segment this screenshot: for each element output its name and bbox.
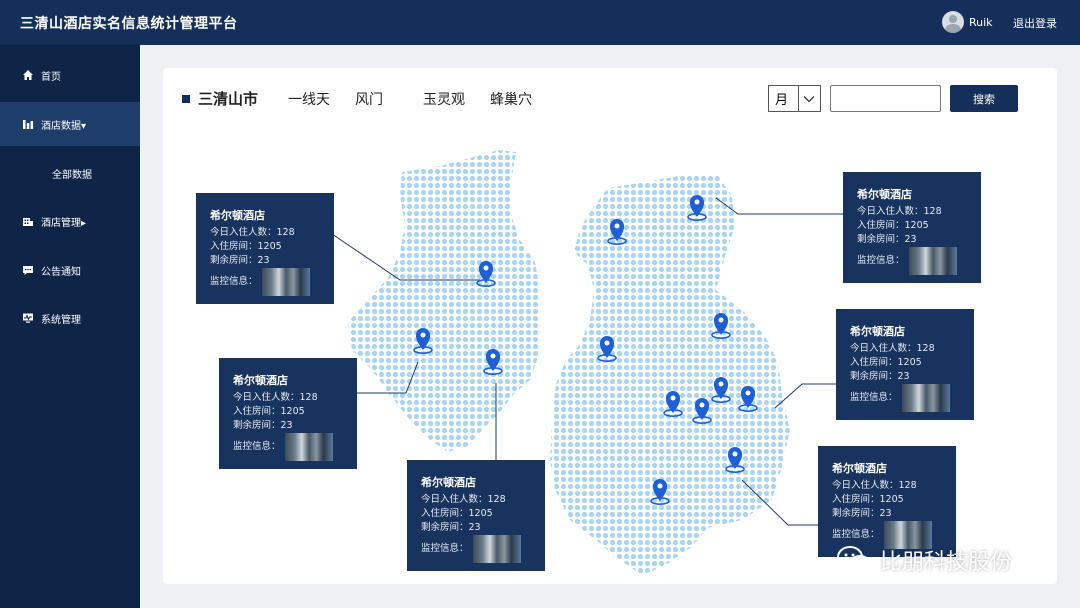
monitor-label: 监控信息： xyxy=(832,529,880,540)
rooms-occupied: 入住房间：1205 xyxy=(857,220,929,231)
hotel-card[interactable]: 希尔顿酒店 今日入住人数：128 入住房间：1205 剩余房间：23 监控信息： xyxy=(407,460,545,571)
rooms-left: 剩余房间：23 xyxy=(857,234,917,245)
rooms-left: 剩余房间：23 xyxy=(210,255,270,266)
monitor-label: 监控信息： xyxy=(421,543,469,554)
hotel-card[interactable]: 希尔顿酒店 今日入住人数：128 入住房间：1205 剩余房间：23 监控信息： xyxy=(196,193,334,304)
monitor-label: 监控信息： xyxy=(850,392,898,403)
map-region-east xyxy=(550,174,790,575)
rooms-left: 剩余房间：23 xyxy=(233,420,293,431)
monitor-info: 监控信息： xyxy=(857,247,981,275)
hotel-name: 希尔顿酒店 xyxy=(857,188,912,201)
hotel-card[interactable]: 希尔顿酒店 今日入住人数：128 入住房间：1205 剩余房间：23 监控信息： xyxy=(836,309,974,420)
monitor-info: 监控信息： xyxy=(210,268,334,296)
monitor-info: 监控信息： xyxy=(850,384,974,412)
rooms-occupied: 入住房间：1205 xyxy=(832,494,904,505)
hotel-name: 希尔顿酒店 xyxy=(832,462,887,475)
checkin-count: 今日入住人数：128 xyxy=(832,480,917,491)
monitor-thumbnail[interactable] xyxy=(261,268,310,296)
monitor-label: 监控信息： xyxy=(210,276,258,287)
hotel-card[interactable]: 希尔顿酒店 今日入住人数：128 入住房间：1205 剩余房间：23 监控信息： xyxy=(818,446,956,557)
rooms-occupied: 入住房间：1205 xyxy=(210,241,282,252)
monitor-info: 监控信息： xyxy=(421,535,545,563)
hotel-name: 希尔顿酒店 xyxy=(233,374,288,387)
monitor-thumbnail[interactable] xyxy=(908,247,957,275)
monitor-thumbnail[interactable] xyxy=(472,535,521,563)
hotel-name: 希尔顿酒店 xyxy=(421,476,476,489)
rooms-occupied: 入住房间：1205 xyxy=(233,406,305,417)
rooms-occupied: 入住房间：1205 xyxy=(850,357,922,368)
rooms-occupied: 入住房间：1205 xyxy=(421,508,493,519)
hotel-name: 希尔顿酒店 xyxy=(210,209,265,222)
checkin-count: 今日入住人数：128 xyxy=(421,494,506,505)
watermark: 比朋科技股份 xyxy=(836,544,1012,576)
monitor-thumbnail[interactable] xyxy=(901,384,950,412)
checkin-count: 今日入住人数：128 xyxy=(857,206,942,217)
rooms-left: 剩余房间：23 xyxy=(421,522,481,533)
rooms-left: 剩余房间：23 xyxy=(832,508,892,519)
hotel-card[interactable]: 希尔顿酒店 今日入住人数：128 入住房间：1205 剩余房间：23 监控信息： xyxy=(219,358,357,469)
checkin-count: 今日入住人数：128 xyxy=(210,227,295,238)
map-region-west xyxy=(348,150,540,452)
monitor-label: 监控信息： xyxy=(233,441,281,452)
hotel-name: 希尔顿酒店 xyxy=(850,325,905,338)
monitor-thumbnail[interactable] xyxy=(284,433,333,461)
checkin-count: 今日入住人数：128 xyxy=(233,392,318,403)
watermark-text: 比朋科技股份 xyxy=(880,550,1013,575)
monitor-info: 监控信息： xyxy=(233,433,357,461)
hotel-card[interactable]: 希尔顿酒店 今日入住人数：128 入住房间：1205 剩余房间：23 监控信息： xyxy=(843,172,981,283)
checkin-count: 今日入住人数：128 xyxy=(850,343,935,354)
monitor-label: 监控信息： xyxy=(857,255,905,266)
wechat-icon xyxy=(837,546,871,573)
rooms-left: 剩余房间：23 xyxy=(850,371,910,382)
